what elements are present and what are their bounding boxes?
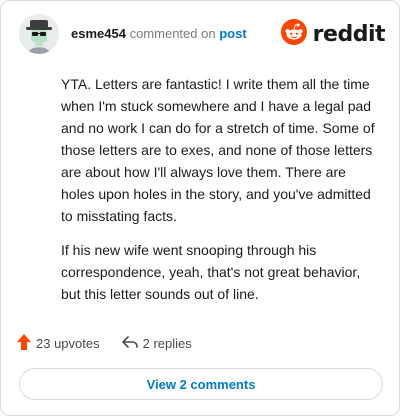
comment-body: YTA. Letters are fantastic! I write them…	[61, 73, 381, 305]
comment-actions: 23 upvotes 2 replies	[17, 333, 192, 353]
comment-meta: esme454 commented on post	[71, 26, 247, 42]
reply-count: 2 replies	[142, 335, 192, 351]
username-link[interactable]: esme454	[71, 26, 126, 41]
meta-verb: commented on	[129, 26, 216, 41]
view-comments-button[interactable]: View 2 comments	[19, 368, 383, 400]
reddit-brand[interactable]: reddit	[280, 18, 386, 50]
comment-card: esme454 commented on post reddit YTA. Le…	[0, 0, 400, 416]
post-link[interactable]: post	[219, 26, 246, 41]
comment-paragraph: YTA. Letters are fantastic! I write them…	[61, 76, 375, 224]
comment-header: esme454 commented on post reddit	[19, 13, 386, 55]
upvote-arrow-icon	[17, 333, 31, 353]
reddit-alien-icon	[280, 18, 307, 50]
avatar-icon[interactable]	[19, 14, 59, 54]
comment-paragraph: If his new wife went snooping through hi…	[61, 242, 361, 302]
upvote-count: 23 upvotes	[36, 335, 100, 351]
reply-arrow-icon	[121, 335, 138, 352]
replies-button[interactable]: 2 replies	[121, 335, 192, 352]
brand-name: reddit	[312, 21, 386, 47]
upvote-button[interactable]: 23 upvotes	[17, 333, 100, 353]
